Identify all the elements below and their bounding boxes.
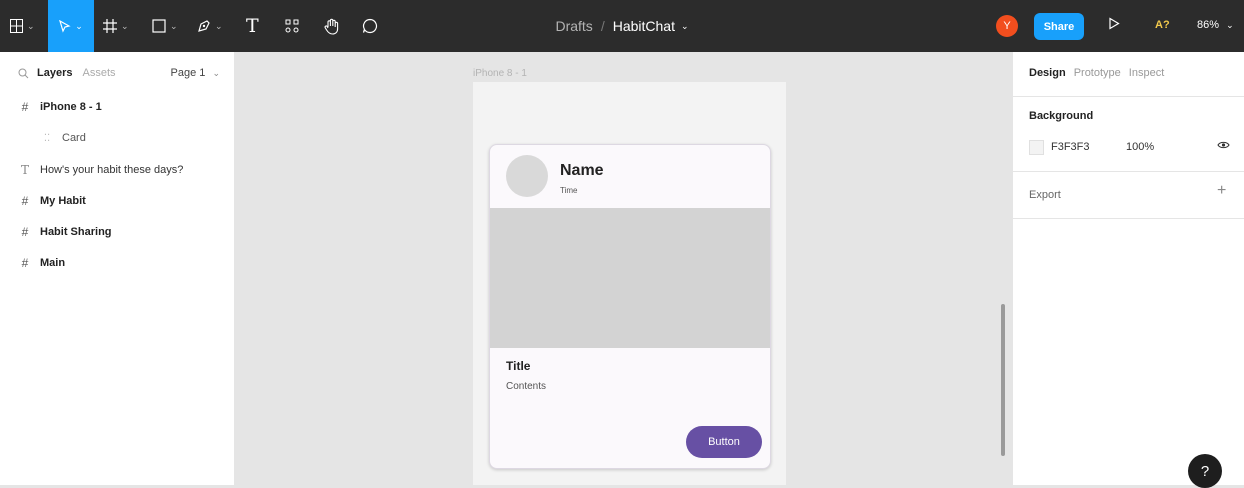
tab-design[interactable]: Design <box>1029 67 1066 79</box>
background-color-swatch[interactable] <box>1029 140 1044 155</box>
canvas[interactable]: iPhone 8 - 1 Name Time Title Contents Bu… <box>235 52 1012 485</box>
eye-icon <box>1217 141 1230 149</box>
divider <box>1013 171 1244 172</box>
tab-prototype[interactable]: Prototype <box>1074 67 1121 79</box>
zoom-value: 86% <box>1197 19 1220 31</box>
tab-assets[interactable]: Assets <box>82 67 115 79</box>
component-icon: ⁚⁚ <box>43 132 51 144</box>
hand-icon <box>324 18 339 35</box>
background-section-title: Background <box>1029 110 1094 122</box>
layer-label: Main <box>40 257 66 269</box>
card-contents[interactable]: Contents <box>506 381 546 392</box>
chevron-down-icon: ⌄ <box>215 20 223 31</box>
zoom-dropdown[interactable]: 86% ⌄ <box>1197 19 1234 31</box>
breadcrumb-drafts[interactable]: Drafts <box>555 18 592 34</box>
resources-button[interactable] <box>285 0 299 52</box>
layer-item[interactable]: T How's your habit these days? <box>18 163 183 177</box>
accessibility-button[interactable]: A? <box>1155 19 1170 31</box>
left-panel-tabs: Layers Assets Page 1 ⌄ <box>18 67 220 79</box>
share-button[interactable]: Share <box>1034 13 1084 40</box>
page-name: Page 1 <box>170 67 206 79</box>
card-name[interactable]: Name <box>560 162 604 180</box>
file-name[interactable]: HabitChat <box>613 18 675 34</box>
properties-panel: Design Prototype Inspect Background F3F3… <box>1012 52 1244 488</box>
layers-panel: Layers Assets Page 1 ⌄ # iPhone 8 - 1 ⁚⁚… <box>0 52 235 485</box>
chevron-down-icon: ⌄ <box>212 68 220 78</box>
layer-label: Card <box>62 132 86 144</box>
comment-tool-button[interactable] <box>362 0 378 52</box>
chevron-down-icon: ⌄ <box>1226 20 1234 30</box>
user-avatar[interactable]: Y <box>996 15 1018 37</box>
chevron-down-icon: ⌄ <box>170 20 178 31</box>
text-icon: T <box>246 15 259 37</box>
frame-tool-button[interactable]: ⌄ <box>103 0 129 52</box>
play-icon <box>1109 17 1120 30</box>
card-avatar[interactable] <box>506 155 548 197</box>
page-selector[interactable]: Page 1 ⌄ <box>171 67 220 79</box>
layer-item[interactable]: # My Habit <box>18 194 86 208</box>
divider <box>1013 96 1244 97</box>
comment-icon <box>362 18 378 34</box>
text-tool-button[interactable]: T <box>246 0 259 52</box>
frame-icon: # <box>21 100 29 114</box>
frame-icon: # <box>21 256 29 270</box>
main-menu-button[interactable]: ⌄ <box>10 0 35 52</box>
tab-inspect[interactable]: Inspect <box>1129 67 1164 79</box>
layer-label: iPhone 8 - 1 <box>40 101 102 113</box>
resources-icon <box>285 19 299 33</box>
visibility-toggle[interactable] <box>1217 140 1230 153</box>
layer-item[interactable]: # Main <box>18 256 65 270</box>
add-export-button[interactable]: + <box>1217 182 1226 200</box>
breadcrumb-separator: / <box>600 18 605 34</box>
frame-icon: # <box>21 194 29 208</box>
text-icon: T <box>20 163 29 177</box>
layer-item[interactable]: # iPhone 8 - 1 <box>18 100 102 114</box>
layer-label: My Habit <box>40 195 86 207</box>
layer-item[interactable]: ⁚⁚ Card <box>40 132 86 144</box>
card-button[interactable]: Button <box>686 426 762 458</box>
vertical-scrollbar[interactable] <box>1001 304 1005 456</box>
help-button[interactable]: ? <box>1188 454 1222 488</box>
chevron-down-icon: ⌄ <box>27 20 35 31</box>
move-tool-button[interactable]: ⌄ <box>48 0 94 52</box>
search-icon[interactable] <box>18 68 29 79</box>
chevron-down-icon: ⌄ <box>121 20 129 31</box>
export-section-title: Export <box>1029 189 1061 201</box>
frame-icon: # <box>21 225 29 239</box>
card-time[interactable]: Time <box>560 186 577 195</box>
divider <box>1013 218 1244 219</box>
rectangle-icon <box>152 19 166 33</box>
background-opacity-input[interactable]: 100% <box>1126 141 1154 153</box>
background-hex-input[interactable]: F3F3F3 <box>1051 141 1090 153</box>
layer-item[interactable]: # Habit Sharing <box>18 225 112 239</box>
layer-label: How's your habit these days? <box>40 164 184 176</box>
chevron-down-icon: ⌄ <box>75 20 83 31</box>
present-button[interactable] <box>1108 17 1120 33</box>
right-panel-tabs: Design Prototype Inspect <box>1029 67 1164 79</box>
tab-layers[interactable]: Layers <box>37 67 72 79</box>
frame-icon <box>103 19 117 33</box>
shape-tool-button[interactable]: ⌄ <box>152 0 178 52</box>
pen-tool-button[interactable]: ⌄ <box>197 0 223 52</box>
hand-tool-button[interactable] <box>324 0 340 52</box>
pen-icon <box>198 20 210 32</box>
chevron-down-icon[interactable]: ⌄ <box>681 21 689 32</box>
card[interactable]: Name Time Title Contents Button <box>489 144 771 469</box>
card-title[interactable]: Title <box>506 359 530 373</box>
plus-icon: + <box>1217 182 1227 199</box>
frame-label[interactable]: iPhone 8 - 1 <box>473 68 527 79</box>
cursor-icon <box>59 19 71 33</box>
card-media-placeholder[interactable] <box>490 208 770 348</box>
figma-menu-icon <box>10 19 23 33</box>
toolbar: ⌄ ⌄ ⌄ ⌄ ⌄ T Drafts / HabitChat ⌄ Y Share… <box>0 0 1244 52</box>
layer-label: Habit Sharing <box>40 226 112 238</box>
